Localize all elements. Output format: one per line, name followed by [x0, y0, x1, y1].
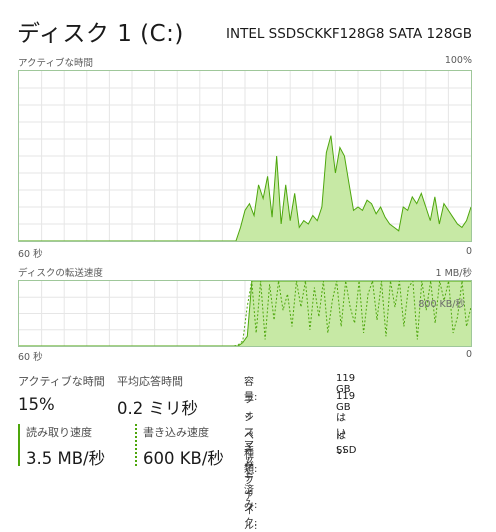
write-speed-value: 600 KB/秒	[143, 449, 224, 468]
transfer-graph-mid-label: 800 KB/秒	[418, 299, 465, 310]
active-time-label: アクティブな時間	[18, 375, 105, 388]
active-time-value: 15%	[18, 395, 55, 414]
read-speed-label: 読み取り速度	[26, 426, 92, 439]
read-speed-value: 3.5 MB/秒	[26, 449, 106, 468]
transfer-graph-left-label: 60 秒	[18, 352, 43, 363]
active-time-graph	[18, 70, 472, 242]
transfer-graph-max: 1 MB/秒	[435, 268, 472, 279]
info-label: ページ ファイル:	[244, 431, 258, 532]
transfer-graph-right-label: 0	[465, 349, 472, 360]
active-graph-label: アクティブな時間	[18, 58, 93, 69]
read-indicator-bar	[18, 424, 20, 466]
disk-model: INTEL SSDSCKKF128G8 SATA 128GB	[226, 26, 472, 42]
disk-title: ディスク 1 (C:)	[17, 21, 184, 47]
write-indicator-bar	[135, 424, 137, 466]
info-value: SSD	[336, 445, 357, 456]
info-label: 種類:	[244, 449, 258, 475]
active-graph-right-label: 0	[465, 246, 472, 257]
transfer-rate-graph: 800 KB/秒	[18, 280, 472, 347]
response-time-label: 平均応答時間	[117, 375, 183, 388]
transfer-graph-label: ディスクの転送速度	[18, 268, 103, 279]
write-speed-label: 書き込み速度	[143, 426, 209, 439]
response-time-value: 0.2 ミリ秒	[117, 399, 198, 418]
active-graph-max: 100%	[444, 55, 472, 66]
active-graph-left-label: 60 秒	[18, 249, 43, 260]
